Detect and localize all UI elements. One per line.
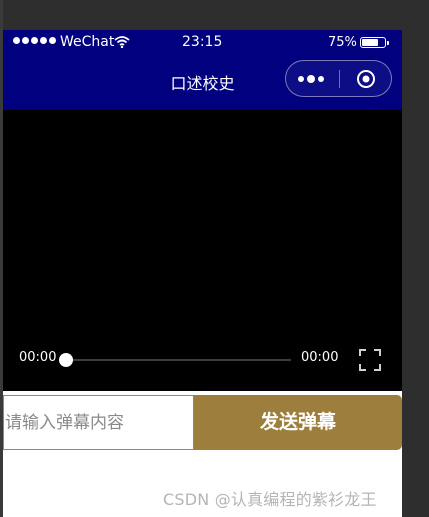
battery-fill [362, 39, 378, 46]
video-player[interactable]: 00:00 00:00 [3, 110, 402, 391]
fullscreen-icon[interactable] [358, 348, 382, 372]
status-bar: WeChat 23:15 75% [3, 30, 402, 58]
video-controls: 00:00 00:00 [3, 343, 402, 375]
progress-thumb[interactable] [59, 353, 73, 367]
mini-program-capsule [285, 60, 392, 97]
status-time: 23:15 [182, 34, 223, 50]
current-time: 00:00 [19, 350, 57, 365]
battery-percentage: 75% [328, 35, 357, 50]
more-dots-icon[interactable] [298, 75, 324, 83]
phone-screen: WeChat 23:15 75% 口述校史 00:00 00:00 请输入弹幕内… [3, 30, 402, 517]
progress-bar[interactable] [65, 359, 291, 361]
navigation-bar: WeChat 23:15 75% 口述校史 [3, 30, 402, 110]
close-target-icon[interactable] [356, 69, 376, 89]
wifi-icon [114, 36, 130, 48]
watermark: CSDN @认真编程的紫衫龙王 [163, 490, 377, 509]
capsule-divider [339, 70, 340, 88]
battery-icon [360, 37, 389, 48]
signal-strength-icon [13, 37, 56, 44]
danmu-input[interactable] [3, 395, 194, 450]
duration-time: 00:00 [301, 350, 339, 365]
carrier-name: WeChat [60, 34, 115, 50]
send-danmu-button[interactable]: 发送弹幕 [194, 395, 402, 450]
